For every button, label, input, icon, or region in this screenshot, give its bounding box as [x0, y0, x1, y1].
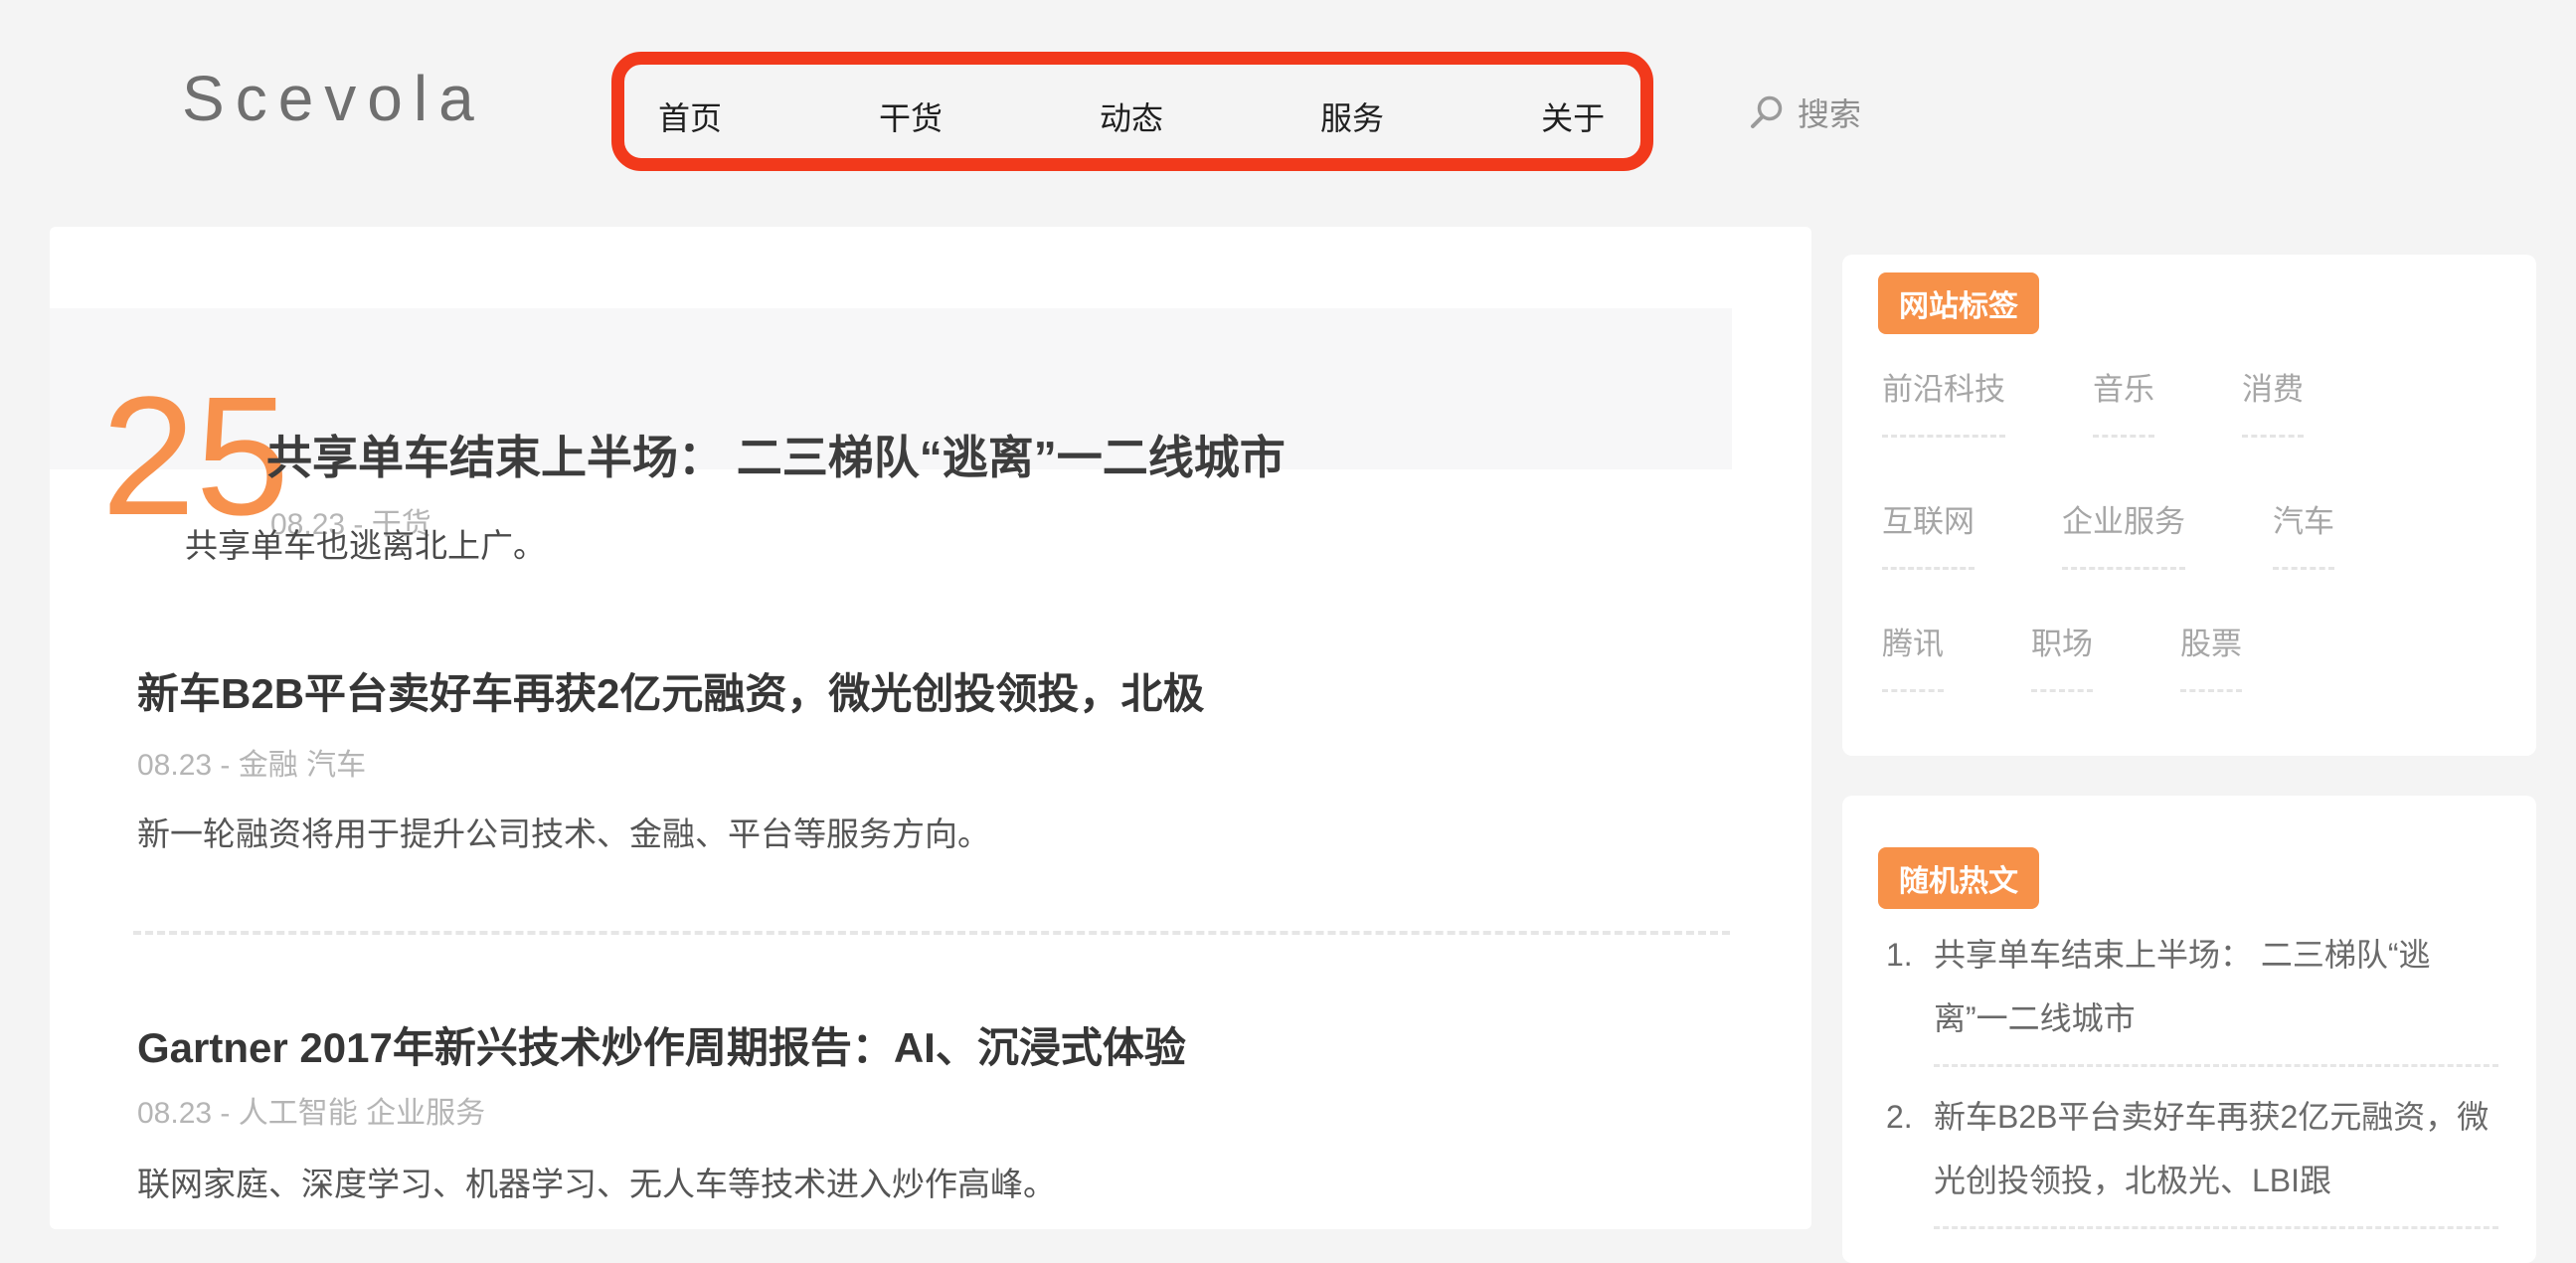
tag-zhichang[interactable]: 职场: [2031, 619, 2093, 692]
nav-item-fuwu[interactable]: 服务: [1320, 93, 1384, 139]
hot-article-title[interactable]: 新车B2B平台卖好车再获2亿元融资，微光创投领投，北极光、LBI跟: [1934, 1085, 2498, 1212]
hot-panel-badge: 随机热文: [1878, 847, 2039, 909]
nav-item-ganhuo[interactable]: 干货: [879, 93, 943, 139]
hot-article-item[interactable]: 1. 共享单车结束上半场： 二三梯队“逃离”一二线城市: [1886, 923, 2498, 1050]
search-icon: [1748, 93, 1786, 131]
tag-qiyefuwu[interactable]: 企业服务: [2062, 496, 2185, 570]
featured-article-number: 25: [101, 372, 289, 541]
tag-yinyue[interactable]: 音乐: [2093, 364, 2154, 438]
hot-article-item[interactable]: 2. 新车B2B平台卖好车再获2亿元融资，微光创投领投，北极光、LBI跟: [1886, 1085, 2498, 1212]
hot-articles-panel: 随机热文 1. 共享单车结束上半场： 二三梯队“逃离”一二线城市 2. 新车B2…: [1842, 796, 2536, 1263]
tag-hulianwang[interactable]: 互联网: [1882, 496, 1975, 570]
tag-qiche[interactable]: 汽车: [2273, 496, 2334, 570]
main-nav: 首页 干货 动态 服务 关于: [658, 93, 1605, 139]
tag-row: 前沿科技 音乐 消费: [1882, 364, 2304, 438]
tag-gupiao[interactable]: 股票: [2180, 619, 2242, 692]
tag-row: 互联网 企业服务 汽车: [1882, 496, 2334, 570]
tag-qianyankeji[interactable]: 前沿科技: [1882, 364, 2005, 438]
hot-article-title[interactable]: 共享单车结束上半场： 二三梯队“逃离”一二线城市: [1934, 923, 2498, 1050]
page: { "brand": { "logo": "Scevola" }, "nav":…: [0, 0, 2576, 1229]
article-list-card: 25 共享单车结束上半场： 二三梯队“逃离”一二线城市 08.23 - 干货 共…: [50, 227, 1811, 1229]
search-label: 搜索: [1798, 90, 1861, 135]
hot-article-index: 1.: [1886, 923, 1934, 1050]
article-title[interactable]: 新车B2B平台卖好车再获2亿元融资，微光创投领投，北极: [137, 660, 1204, 721]
nav-item-home[interactable]: 首页: [658, 93, 722, 139]
hot-article-index: 2.: [1886, 1085, 1934, 1212]
article-excerpt: 联网家庭、深度学习、机器学习、无人车等技术进入炒作高峰。: [137, 1158, 1056, 1205]
article-divider: [133, 931, 1730, 935]
nav-item-dongtai[interactable]: 动态: [1100, 93, 1163, 139]
featured-article-title[interactable]: 共享单车结束上半场： 二三梯队“逃离”一二线城市: [266, 422, 1286, 487]
tag-row: 腾讯 职场 股票: [1882, 619, 2242, 692]
hot-article-list: 1. 共享单车结束上半场： 二三梯队“逃离”一二线城市 2. 新车B2B平台卖好…: [1886, 923, 2498, 1247]
site-logo[interactable]: Scevola: [182, 62, 485, 135]
tag-tengxun[interactable]: 腾讯: [1882, 619, 1944, 692]
featured-article-header: 25 共享单车结束上半场： 二三梯队“逃离”一二线城市 08.23 - 干货: [50, 308, 1732, 469]
article-title[interactable]: Gartner 2017年新兴技术炒作周期报告：AI、沉浸式体验: [137, 1014, 1186, 1075]
featured-article-excerpt: 共享单车也逃离北上广。: [185, 519, 546, 567]
tags-panel-badge: 网站标签: [1878, 272, 2039, 334]
tag-xiaofei[interactable]: 消费: [2242, 364, 2304, 438]
article-meta: 08.23 - 人工智能 企业服务: [137, 1088, 485, 1132]
article-meta: 08.23 - 金融 汽车: [137, 740, 366, 784]
hot-list-divider: [1934, 1064, 2498, 1067]
search-button[interactable]: 搜索: [1748, 90, 1861, 135]
nav-item-guanyu[interactable]: 关于: [1541, 93, 1605, 139]
site-tags-panel: 网站标签 前沿科技 音乐 消费 互联网 企业服务 汽车 腾讯 职场 股票: [1842, 255, 2536, 756]
article-excerpt: 新一轮融资将用于提升公司技术、金融、平台等服务方向。: [137, 808, 990, 855]
